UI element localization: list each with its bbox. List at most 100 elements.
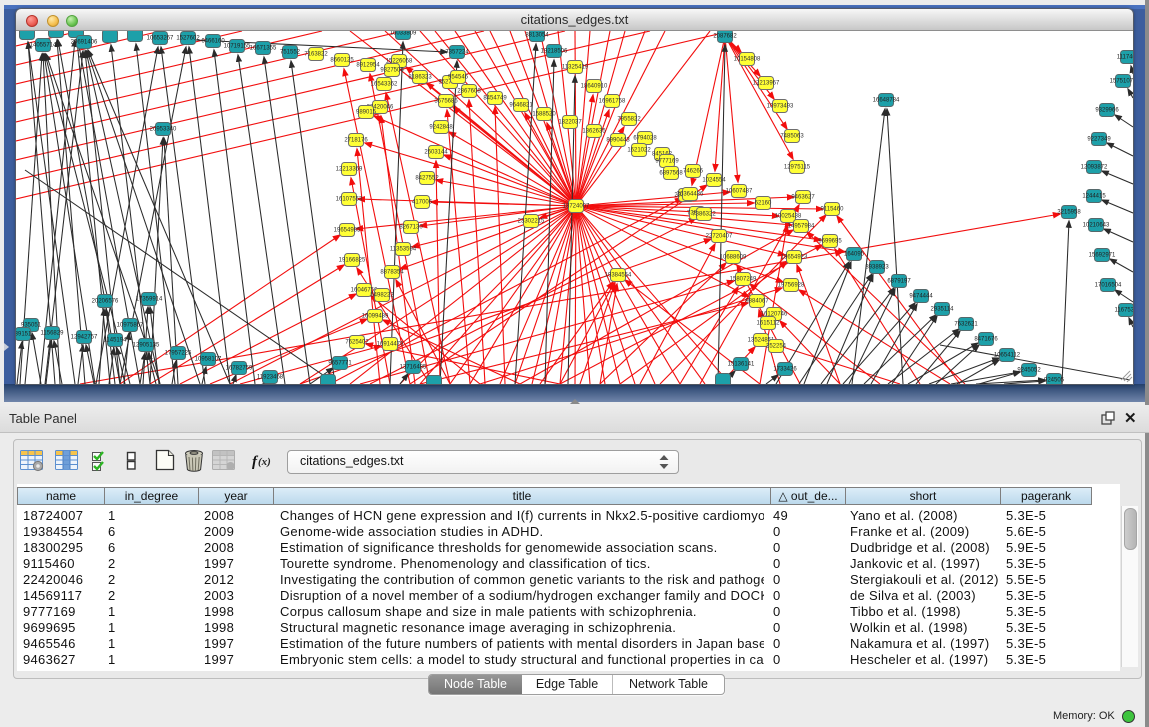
svg-text:9777169: 9777169 [655, 159, 679, 165]
svg-text:16543362: 16543362 [371, 82, 398, 88]
svg-text:1527602: 1527602 [176, 36, 200, 42]
svg-text:3675685: 3675685 [434, 99, 458, 105]
svg-text:12093872: 12093872 [1081, 165, 1108, 171]
svg-text:8813054: 8813054 [525, 33, 549, 39]
svg-text:9474444: 9474444 [909, 294, 933, 300]
svg-text:17957225: 17957225 [165, 351, 192, 357]
svg-text:8427552: 8427552 [415, 176, 439, 182]
svg-text:1822037: 1822037 [558, 120, 582, 126]
svg-text:164095: 164095 [844, 252, 865, 258]
svg-text:12213967: 12213967 [753, 81, 780, 87]
svg-text:12942757: 12942757 [71, 335, 98, 341]
svg-text:16961758: 16961758 [599, 99, 626, 105]
svg-text:417006: 417006 [412, 200, 433, 206]
svg-text:7625402: 7625402 [345, 340, 369, 346]
svg-text:12213369: 12213369 [336, 167, 363, 173]
svg-text:2867608: 2867608 [457, 89, 481, 95]
svg-text:1117404: 1117404 [1117, 55, 1133, 61]
svg-text:19384554: 19384554 [605, 273, 632, 279]
svg-text:7386322: 7386322 [692, 212, 716, 218]
svg-text:9327500: 9327500 [380, 68, 404, 74]
svg-text:19166825: 19166825 [339, 258, 366, 264]
svg-text:9115460: 9115460 [821, 207, 845, 213]
svg-text:(x): (x) [258, 456, 271, 468]
svg-text:10719155: 10719155 [224, 44, 251, 50]
svg-text:7163822: 7163822 [304, 52, 328, 58]
svg-text:9227349: 9227349 [1087, 137, 1111, 143]
svg-text:19756928: 19756928 [778, 283, 805, 289]
svg-text:10653267: 10653267 [147, 36, 174, 42]
svg-text:18724007: 18724007 [563, 204, 590, 210]
svg-text:10654112: 10654112 [994, 353, 1021, 359]
svg-text:39151: 39151 [16, 332, 32, 338]
svg-text:9242848: 9242848 [429, 125, 453, 131]
svg-text:7632621: 7632621 [954, 322, 978, 328]
svg-text:1733426: 1733426 [773, 367, 797, 373]
svg-text:1156829: 1156829 [41, 331, 65, 337]
svg-text:1621022: 1621022 [627, 148, 651, 154]
svg-text:2935114: 2935114 [931, 307, 955, 313]
svg-text:14957984: 14957984 [788, 224, 815, 230]
svg-text:16782759: 16782759 [226, 366, 253, 372]
svg-text:6794028: 6794028 [633, 136, 657, 142]
svg-text:751552: 751552 [280, 50, 301, 56]
svg-text:1588520: 1588520 [532, 112, 556, 118]
svg-text:989015: 989015 [356, 110, 377, 116]
svg-text:8660125: 8660125 [330, 58, 354, 64]
svg-text:1244415: 1244415 [1082, 194, 1106, 200]
svg-text:10958107: 10958107 [195, 357, 222, 363]
svg-text:10210643: 10210643 [1083, 223, 1110, 229]
svg-text:9463627: 9463627 [791, 195, 815, 201]
svg-text:15807249: 15807249 [730, 277, 757, 283]
svg-text:23302215: 23302215 [518, 219, 545, 225]
svg-text:16671355: 16671355 [250, 46, 277, 52]
svg-text:10154808: 10154808 [734, 57, 761, 63]
svg-text:9329966: 9329966 [1095, 108, 1119, 114]
svg-text:15136141: 15136141 [728, 362, 755, 368]
svg-text:746266: 746266 [683, 169, 704, 175]
svg-text:6879197: 6879197 [887, 279, 911, 285]
svg-text:8186323: 8186323 [408, 75, 432, 81]
svg-text:6466160: 6466160 [201, 39, 225, 45]
svg-text:11923468: 11923468 [257, 375, 284, 381]
svg-text:17016504: 17016504 [1095, 283, 1122, 289]
svg-text:1615112: 1615112 [757, 321, 781, 327]
svg-text:18640910: 18640910 [581, 84, 608, 90]
svg-text:2087682: 2087682 [713, 34, 737, 40]
svg-text:16033809: 16033809 [390, 31, 417, 37]
svg-text:9884067: 9884067 [745, 299, 769, 305]
svg-text:16648784: 16648784 [873, 98, 900, 104]
svg-text:9245052: 9245052 [1017, 368, 1041, 374]
svg-text:19654985: 19654985 [334, 228, 361, 234]
svg-text:10975867: 10975867 [117, 323, 144, 329]
svg-text:19218506: 19218506 [541, 49, 568, 55]
svg-text:2718176: 2718176 [344, 138, 368, 144]
svg-text:5498222: 5498222 [370, 293, 394, 299]
svg-text:7485063: 7485063 [780, 134, 804, 140]
svg-text:11353594: 11353594 [390, 247, 417, 253]
svg-text:16107553: 16107553 [336, 197, 363, 203]
svg-text:252254: 252254 [766, 344, 787, 350]
svg-text:8990443: 8990443 [606, 138, 630, 144]
svg-text:8912954: 8912954 [356, 63, 380, 69]
svg-text:8878354: 8878354 [380, 270, 404, 276]
svg-text:62160: 62160 [755, 201, 772, 207]
svg-text:20206576: 20206576 [92, 299, 119, 305]
svg-text:2603144: 2603144 [424, 150, 448, 156]
svg-text:12905135: 12905135 [133, 343, 160, 349]
svg-text:10025438: 10025438 [775, 214, 802, 220]
svg-text:8471676: 8471676 [974, 337, 998, 343]
svg-text:20953340: 20953340 [150, 127, 177, 133]
svg-text:14055714: 14055714 [30, 43, 57, 49]
svg-text:20364436: 20364436 [677, 192, 704, 198]
svg-text:11325419: 11325419 [562, 65, 589, 71]
svg-text:1024554: 1024554 [702, 178, 726, 184]
svg-text:3215958: 3215958 [1057, 210, 1081, 216]
svg-text:16099489: 16099489 [362, 314, 389, 320]
svg-text:12975115: 12975115 [784, 165, 811, 171]
svg-text:6897568: 6897568 [659, 171, 683, 177]
svg-text:9646821: 9646821 [509, 103, 533, 109]
svg-text:9699695: 9699695 [818, 239, 842, 245]
svg-text:10607487: 10607487 [726, 189, 753, 195]
svg-text:924505: 924505 [1044, 378, 1065, 384]
